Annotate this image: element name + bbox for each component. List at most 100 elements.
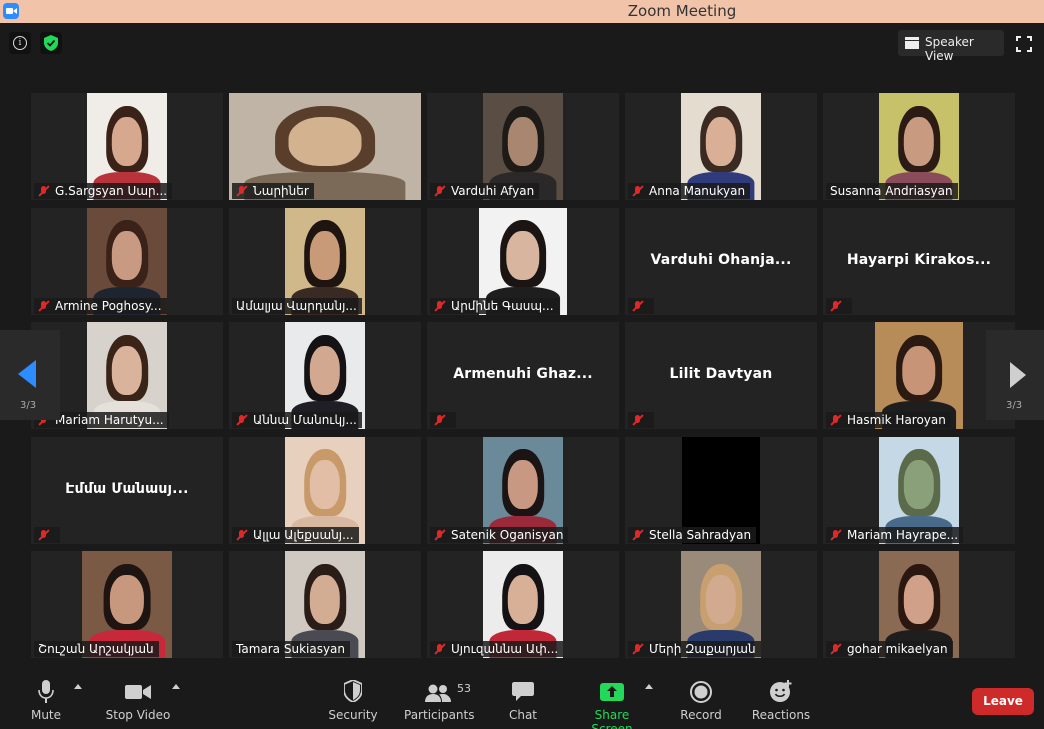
participant-tile[interactable]: Էմմա Մանասյ... xyxy=(31,436,223,544)
title-bar: Zoom Meeting xyxy=(0,0,1044,23)
participant-name: Stella Sahradyan xyxy=(649,527,752,542)
face-shape xyxy=(111,345,143,395)
participant-name-label: Hasmik Haroyan xyxy=(826,412,951,428)
participant-tile[interactable]: Tamara Sukiasyan xyxy=(229,551,421,658)
meeting-info-button[interactable]: i xyxy=(9,32,31,54)
mic-muted-icon xyxy=(236,529,248,541)
participant-tile[interactable]: Armenuhi Ghaz... xyxy=(427,322,619,429)
participant-tile[interactable]: Սյուզաննա Ափ... xyxy=(427,551,619,658)
participant-tile[interactable]: Varduhi Ohanja... xyxy=(625,207,817,315)
participant-display-name: Hayarpi Kirakos... xyxy=(846,251,992,268)
participant-name: Mariam Hayrape... xyxy=(847,527,959,542)
participant-name: Շուշան Արշակյան xyxy=(38,642,154,656)
participant-tile[interactable]: Աննա Մանուկյ... xyxy=(229,322,421,429)
participant-tile[interactable]: Ալլա Ալեքսանյ... xyxy=(229,436,421,544)
face-shape xyxy=(507,460,539,510)
mic-muted-icon xyxy=(236,414,248,426)
participant-name: Աննա Մանուկյ... xyxy=(253,413,357,427)
face-shape xyxy=(309,231,341,281)
participant-tile[interactable]: Stella Sahradyan xyxy=(625,436,817,544)
participant-tile[interactable]: Mariam Hayrape... xyxy=(823,436,1015,544)
participant-tile[interactable]: G.Sargsyan Սար... xyxy=(31,93,223,200)
face-shape xyxy=(507,116,539,166)
participant-name-label: Արմինե Գասպ... xyxy=(430,297,559,314)
face-shape xyxy=(288,116,362,166)
mute-button[interactable]: Mute xyxy=(22,666,70,726)
participant-name: G.Sargsyan Սար... xyxy=(55,184,168,198)
mic-muted-icon xyxy=(38,300,50,312)
speaker-view-button[interactable]: Speaker View xyxy=(898,30,1004,63)
participant-tile[interactable]: gohar mikaelyan xyxy=(823,551,1015,658)
share-options-caret[interactable] xyxy=(645,684,653,689)
participant-tile[interactable]: Hayarpi Kirakos... xyxy=(823,207,1015,315)
arrow-left-icon xyxy=(18,360,36,388)
mute-options-caret[interactable] xyxy=(74,684,82,689)
face-shape xyxy=(706,460,736,510)
participant-tile[interactable]: Շուշան Արշակյան xyxy=(31,551,223,658)
zoom-meeting-window: Zoom Meeting i Speaker View G.Sargsyan Ս… xyxy=(0,0,1044,729)
participant-tile[interactable]: Satenik Oganisyan xyxy=(427,436,619,544)
meeting-toolbar: Mute Stop Video Security 53 Participants… xyxy=(0,666,1044,729)
mic-muted-icon xyxy=(830,643,842,655)
participant-name: Mariam Harutyu... xyxy=(55,413,164,427)
mic-muted-icon xyxy=(632,414,644,426)
mic-muted-icon xyxy=(434,185,446,197)
participant-display-name: Armenuhi Ghaz... xyxy=(453,366,593,382)
participant-name: Susanna Andriasyan xyxy=(830,184,953,198)
mic-muted-icon xyxy=(632,643,644,655)
stop-video-button[interactable]: Stop Video xyxy=(104,666,172,726)
participant-tile[interactable]: Anna Manukyan xyxy=(625,93,817,200)
participant-tile[interactable]: Susanna Andriasyan xyxy=(823,93,1015,200)
participant-display-name: Էմմա Մանասյ... xyxy=(65,480,189,497)
participant-display-name: Varduhi Ohanja... xyxy=(650,251,792,268)
participants-button[interactable]: 53 Participants xyxy=(404,666,475,726)
stop-video-label: Stop Video xyxy=(105,708,171,722)
reactions-button[interactable]: Reactions xyxy=(750,666,812,726)
face-shape xyxy=(507,574,539,624)
page-indicator-left: 3/3 xyxy=(20,400,37,411)
participant-name-label xyxy=(34,526,60,543)
participant-tile[interactable]: Մերի Զաքարյան xyxy=(625,551,817,658)
record-label: Record xyxy=(680,708,722,722)
participant-name-label: gohar mikaelyan xyxy=(826,641,953,657)
window-title: Zoom Meeting xyxy=(627,2,737,20)
face-shape xyxy=(111,116,143,166)
page-indicator-right: 3/3 xyxy=(1006,400,1023,411)
mic-muted-icon xyxy=(38,185,50,197)
speaker-view-icon xyxy=(905,37,919,49)
previous-page-button[interactable]: 3/3 xyxy=(0,330,60,420)
face-shape xyxy=(903,574,935,624)
participant-name-label xyxy=(826,297,852,314)
mic-muted-icon xyxy=(434,414,446,426)
participant-tile[interactable]: Armine Poghosy... xyxy=(31,207,223,315)
face-shape xyxy=(902,345,936,395)
participant-name: gohar mikaelyan xyxy=(847,642,948,656)
video-options-caret[interactable] xyxy=(172,684,180,689)
gallery-grid: G.Sargsyan Սար... Նարինեr Varduhi Afyan Ann… xyxy=(31,93,1016,658)
participant-name: Tamara Sukiasyan xyxy=(236,642,346,656)
participant-tile[interactable]: Varduhi Afyan xyxy=(427,93,619,200)
participant-name-label: Stella Sahradyan xyxy=(628,526,757,543)
record-button[interactable]: Record xyxy=(677,666,725,726)
participant-tile[interactable]: Ամալյա Վարդանյ... xyxy=(229,207,421,315)
encryption-shield-button[interactable] xyxy=(40,32,62,54)
share-screen-button[interactable]: Share Screen xyxy=(574,666,650,729)
participant-name: Մերի Զաքարյան xyxy=(649,642,756,656)
participant-tile[interactable]: Lilit Davtyan xyxy=(625,322,817,429)
next-page-button[interactable]: 3/3 xyxy=(986,330,1044,420)
participant-name-label xyxy=(628,412,654,428)
security-button[interactable]: Security xyxy=(326,666,380,726)
fullscreen-button[interactable] xyxy=(1016,36,1032,52)
chat-button[interactable]: Chat xyxy=(500,666,546,726)
security-shield-icon xyxy=(344,680,362,702)
face-shape xyxy=(309,460,341,510)
leave-button[interactable]: Leave xyxy=(972,688,1034,715)
mic-muted-icon xyxy=(632,185,644,197)
mic-muted-icon xyxy=(434,529,446,541)
mic-muted-icon xyxy=(632,300,644,312)
participant-tile[interactable]: Նարինեr xyxy=(229,93,421,200)
participant-tile[interactable]: Արմինե Գասպ... xyxy=(427,207,619,315)
mute-label: Mute xyxy=(30,708,62,722)
reactions-label: Reactions xyxy=(751,708,811,722)
participant-name-label: G.Sargsyan Սար... xyxy=(34,183,173,199)
